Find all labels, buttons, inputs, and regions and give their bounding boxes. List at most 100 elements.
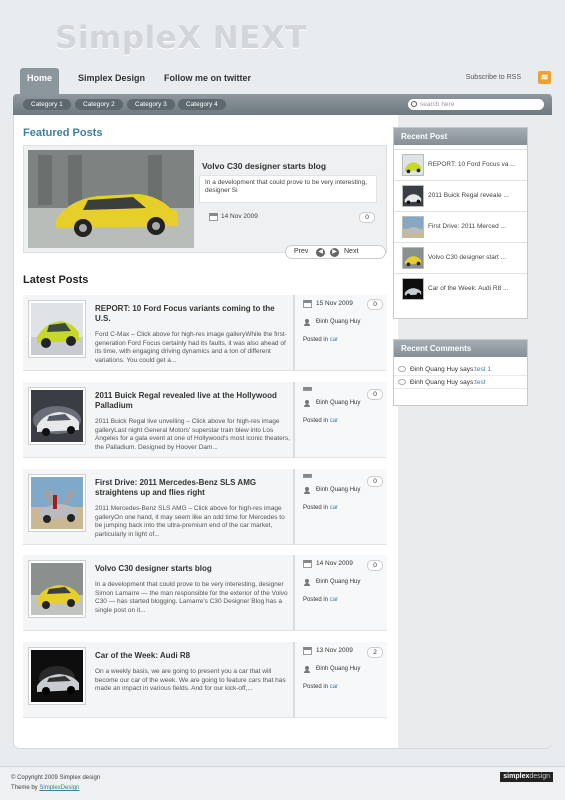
recent-post-title[interactable]: Car of the Week: Audi R8 ... xyxy=(428,285,508,292)
post-date: 13 Nov 2009 xyxy=(316,647,353,654)
posted-in-label: Posted in xyxy=(303,337,329,343)
post-thumbnail[interactable] xyxy=(28,474,86,532)
post-thumbnail[interactable] xyxy=(28,560,86,618)
featured-excerpt: In a development that could prove to be … xyxy=(199,175,377,203)
category-1[interactable]: Category 1 xyxy=(23,99,71,110)
comment-link[interactable]: test xyxy=(475,379,485,386)
calendar-icon xyxy=(303,647,312,655)
recent-post-item[interactable]: 2011 Buick Regal reveale ... xyxy=(394,180,527,211)
recent-post-title[interactable]: 2011 Buick Regal reveale ... xyxy=(428,192,509,199)
post-category: Posted in car xyxy=(303,597,338,603)
post-author[interactable]: Đinh Quang Huy xyxy=(316,319,360,325)
footer-logo[interactable]: simplexdesign xyxy=(500,772,553,782)
calendar-icon xyxy=(303,387,312,391)
footer-logo-a: simplex xyxy=(503,773,530,780)
post-category: Posted in car xyxy=(303,418,338,424)
next-label[interactable]: Next xyxy=(344,248,358,255)
post-excerpt: On a weekly basis, we are going to prese… xyxy=(95,668,286,692)
post-title[interactable]: REPORT: 10 Ford Focus variants coming to… xyxy=(95,304,289,324)
user-icon xyxy=(304,666,310,673)
category-3[interactable]: Category 3 xyxy=(127,99,175,110)
prev-arrow-icon[interactable]: ◀ xyxy=(316,248,325,257)
post-thumbnail[interactable] xyxy=(28,300,86,358)
post-thumbnail[interactable] xyxy=(28,387,86,445)
posted-in-label: Posted in xyxy=(303,505,329,511)
posted-in-label: Posted in xyxy=(303,684,329,690)
post-author[interactable]: Đinh Quang Huy xyxy=(316,400,360,406)
post-item: First Drive: 2011 Mercedes-Benz SLS AMG … xyxy=(23,469,387,545)
featured-date: 14 Nov 2009 xyxy=(221,213,258,220)
user-icon xyxy=(304,319,310,326)
search-input[interactable]: search here xyxy=(408,99,544,110)
posted-in-label: Posted in xyxy=(303,597,329,603)
comment-count[interactable]: 0 xyxy=(367,476,383,487)
recent-post-item[interactable]: Volvo C30 designer start ... xyxy=(394,242,527,273)
recent-comment-item: Đinh Quang Huy says:test xyxy=(394,376,527,389)
footer-logo-b: design xyxy=(529,773,550,780)
post-item: 2011 Buick Regal revealed live at the Ho… xyxy=(23,382,387,458)
comment-link[interactable]: test 1 xyxy=(475,366,491,373)
calendar-icon xyxy=(303,560,312,568)
site-logo[interactable]: SimpleX NEXT xyxy=(55,20,307,56)
user-icon xyxy=(304,400,310,407)
post-title[interactable]: First Drive: 2011 Mercedes-Benz SLS AMG … xyxy=(95,478,289,498)
post-meta: 0 Đinh Quang Huy Posted in car xyxy=(293,469,387,545)
comment-count[interactable]: 0 xyxy=(367,299,383,310)
post-title[interactable]: 2011 Buick Regal revealed live at the Ho… xyxy=(95,391,289,411)
recent-comments-heading: Recent Comments xyxy=(394,340,527,357)
rss-icon[interactable]: ≋ xyxy=(538,71,551,84)
nav-simplex-design[interactable]: Simplex Design xyxy=(78,68,145,94)
comment-count[interactable]: 0 xyxy=(367,389,383,400)
featured-heading: Featured Posts xyxy=(23,127,103,139)
category-2[interactable]: Category 2 xyxy=(75,99,123,110)
post-meta: 15 Nov 2009 0 Đinh Quang Huy Posted in c… xyxy=(293,295,387,371)
comment-bubble-icon xyxy=(398,366,406,372)
comment-bubble-icon xyxy=(398,379,406,385)
category-link[interactable]: car xyxy=(330,418,338,424)
featured-image[interactable] xyxy=(28,150,194,248)
comment-count[interactable]: 2 xyxy=(367,647,383,658)
post-excerpt: Ford C-Max – Click above for high-res im… xyxy=(95,331,287,364)
comment-count[interactable]: 0 xyxy=(359,212,375,223)
next-arrow-icon[interactable]: ▶ xyxy=(330,248,339,257)
featured-title[interactable]: Volvo C30 designer starts blog xyxy=(202,161,326,171)
post-title[interactable]: Volvo C30 designer starts blog xyxy=(95,564,289,574)
post-body: First Drive: 2011 Mercedes-Benz SLS AMG … xyxy=(23,469,293,545)
post-category: Posted in car xyxy=(303,505,338,511)
post-date: 15 Nov 2009 xyxy=(316,300,353,307)
recent-post-item[interactable]: REPORT: 10 Ford Focus va ... xyxy=(394,149,527,180)
category-link[interactable]: car xyxy=(330,597,338,603)
post-item: REPORT: 10 Ford Focus variants coming to… xyxy=(23,295,387,371)
recent-post-title[interactable]: First Drive: 2011 Merced ... xyxy=(428,223,506,230)
recent-post-title[interactable]: REPORT: 10 Ford Focus va ... xyxy=(428,161,516,168)
recent-post-item[interactable]: Car of the Week: Audi R8 ... xyxy=(394,273,527,304)
theme-link[interactable]: SimplexDesign xyxy=(39,785,79,791)
post-category: Posted in car xyxy=(303,684,338,690)
latest-heading: Latest Posts xyxy=(23,274,89,286)
category-4[interactable]: Category 4 xyxy=(178,99,226,110)
comment-author: Đinh Quang Huy says: xyxy=(410,379,476,386)
recent-post-item[interactable]: First Drive: 2011 Merced ... xyxy=(394,211,527,242)
post-item: Volvo C30 designer starts blog In a deve… xyxy=(23,555,387,631)
post-author[interactable]: Đinh Quang Huy xyxy=(316,487,360,493)
post-title[interactable]: Car of the Week: Audi R8 xyxy=(95,651,289,661)
featured-slider: Volvo C30 designer starts blog In a deve… xyxy=(23,145,387,253)
category-link[interactable]: car xyxy=(330,505,338,511)
nav-home[interactable]: Home xyxy=(20,68,59,94)
comment-count[interactable]: 0 xyxy=(367,560,383,571)
post-thumbnail[interactable] xyxy=(28,647,86,705)
post-excerpt: In a development that could prove to be … xyxy=(95,581,288,614)
category-link[interactable]: car xyxy=(330,684,338,690)
post-meta: 0 Đinh Quang Huy Posted in car xyxy=(293,382,387,458)
post-excerpt: 2011 Buick Regal live unveiling – Click … xyxy=(95,418,290,451)
recent-posts-heading: Recent Post xyxy=(394,128,527,145)
recent-post-title[interactable]: Volvo C30 designer start ... xyxy=(428,254,506,261)
rss-link[interactable]: Subscribe to RSS xyxy=(466,74,521,81)
user-icon xyxy=(304,579,310,586)
nav-twitter[interactable]: Follow me on twitter xyxy=(164,68,251,94)
post-author[interactable]: Đinh Quang Huy xyxy=(316,666,360,672)
post-author[interactable]: Đinh Quang Huy xyxy=(316,579,360,585)
featured-meta: 14 Nov 2009 0 xyxy=(199,210,377,225)
category-link[interactable]: car xyxy=(330,337,338,343)
prev-label[interactable]: Prev xyxy=(294,248,308,255)
